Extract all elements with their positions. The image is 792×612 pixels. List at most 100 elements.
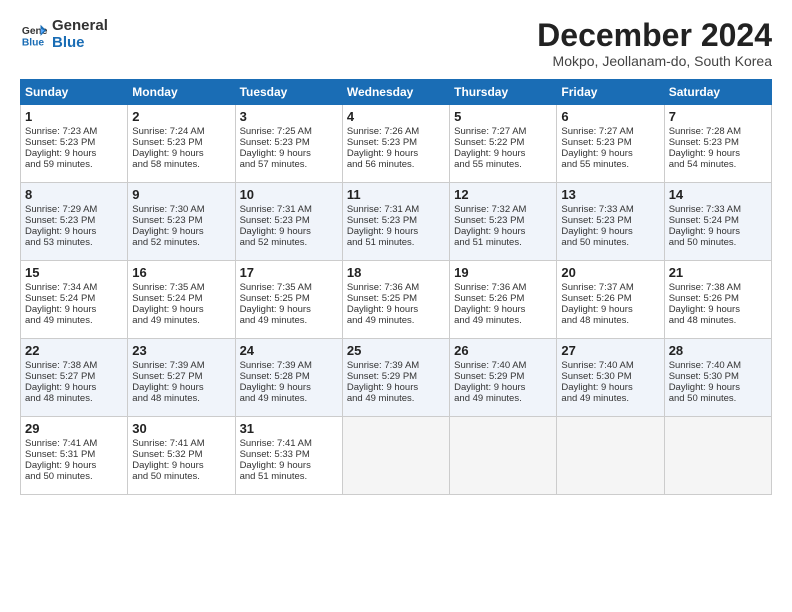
page: General Blue General Blue December 2024 … bbox=[0, 0, 792, 507]
header-cell-tuesday: Tuesday bbox=[235, 80, 342, 105]
month-title: December 2024 bbox=[537, 18, 772, 53]
day-info-line: Daylight: 9 hours bbox=[347, 382, 445, 393]
day-number: 26 bbox=[454, 343, 552, 358]
day-number: 21 bbox=[669, 265, 767, 280]
day-number: 14 bbox=[669, 187, 767, 202]
week-row-1: 1Sunrise: 7:23 AMSunset: 5:23 PMDaylight… bbox=[21, 105, 772, 183]
day-info-line: Daylight: 9 hours bbox=[240, 148, 338, 159]
day-info-line: and 49 minutes. bbox=[132, 315, 230, 326]
day-info-line: Sunrise: 7:36 AM bbox=[347, 282, 445, 293]
day-info-line: and 53 minutes. bbox=[25, 237, 123, 248]
day-number: 5 bbox=[454, 109, 552, 124]
day-info-line: Sunrise: 7:23 AM bbox=[25, 126, 123, 137]
day-info-line: Sunrise: 7:27 AM bbox=[561, 126, 659, 137]
day-cell: 25Sunrise: 7:39 AMSunset: 5:29 PMDayligh… bbox=[342, 339, 449, 417]
day-info-line: Daylight: 9 hours bbox=[347, 226, 445, 237]
day-info-line: Daylight: 9 hours bbox=[240, 304, 338, 315]
day-info-line: Sunrise: 7:35 AM bbox=[240, 282, 338, 293]
day-info-line: and 50 minutes. bbox=[132, 471, 230, 482]
day-info-line: and 48 minutes. bbox=[25, 393, 123, 404]
location-subtitle: Mokpo, Jeollanam-do, South Korea bbox=[537, 53, 772, 69]
day-info-line: Daylight: 9 hours bbox=[454, 148, 552, 159]
day-info-line: and 51 minutes. bbox=[454, 237, 552, 248]
day-info-line: Daylight: 9 hours bbox=[454, 304, 552, 315]
day-info-line: Sunrise: 7:39 AM bbox=[240, 360, 338, 371]
day-info-line: Sunrise: 7:33 AM bbox=[561, 204, 659, 215]
day-info-line: Sunset: 5:23 PM bbox=[347, 215, 445, 226]
day-info-line: Sunrise: 7:36 AM bbox=[454, 282, 552, 293]
day-info-line: Daylight: 9 hours bbox=[25, 460, 123, 471]
day-cell: 18Sunrise: 7:36 AMSunset: 5:25 PMDayligh… bbox=[342, 261, 449, 339]
day-info-line: and 54 minutes. bbox=[669, 159, 767, 170]
day-cell: 24Sunrise: 7:39 AMSunset: 5:28 PMDayligh… bbox=[235, 339, 342, 417]
day-info-line: Daylight: 9 hours bbox=[561, 382, 659, 393]
day-number: 16 bbox=[132, 265, 230, 280]
day-info-line: Sunset: 5:30 PM bbox=[669, 371, 767, 382]
day-info-line: Sunrise: 7:29 AM bbox=[25, 204, 123, 215]
day-info-line: Daylight: 9 hours bbox=[669, 148, 767, 159]
day-info-line: Daylight: 9 hours bbox=[669, 382, 767, 393]
day-number: 7 bbox=[669, 109, 767, 124]
day-number: 25 bbox=[347, 343, 445, 358]
day-info-line: and 55 minutes. bbox=[561, 159, 659, 170]
day-info-line: and 55 minutes. bbox=[454, 159, 552, 170]
day-info-line: Sunrise: 7:26 AM bbox=[347, 126, 445, 137]
day-info-line: and 50 minutes. bbox=[669, 237, 767, 248]
day-info-line: and 50 minutes. bbox=[561, 237, 659, 248]
day-number: 30 bbox=[132, 421, 230, 436]
day-info-line: Sunset: 5:23 PM bbox=[347, 137, 445, 148]
day-cell: 9Sunrise: 7:30 AMSunset: 5:23 PMDaylight… bbox=[128, 183, 235, 261]
day-cell: 27Sunrise: 7:40 AMSunset: 5:30 PMDayligh… bbox=[557, 339, 664, 417]
day-cell: 15Sunrise: 7:34 AMSunset: 5:24 PMDayligh… bbox=[21, 261, 128, 339]
day-info-line: Sunset: 5:23 PM bbox=[25, 137, 123, 148]
day-number: 1 bbox=[25, 109, 123, 124]
day-info-line: Sunrise: 7:39 AM bbox=[347, 360, 445, 371]
day-info-line: and 49 minutes. bbox=[454, 315, 552, 326]
day-info-line: Sunset: 5:24 PM bbox=[669, 215, 767, 226]
day-info-line: Sunrise: 7:40 AM bbox=[669, 360, 767, 371]
day-info-line: Daylight: 9 hours bbox=[132, 382, 230, 393]
day-info-line: Daylight: 9 hours bbox=[669, 304, 767, 315]
day-info-line: Daylight: 9 hours bbox=[25, 382, 123, 393]
day-number: 6 bbox=[561, 109, 659, 124]
day-cell: 30Sunrise: 7:41 AMSunset: 5:32 PMDayligh… bbox=[128, 417, 235, 495]
day-number: 11 bbox=[347, 187, 445, 202]
day-cell: 7Sunrise: 7:28 AMSunset: 5:23 PMDaylight… bbox=[664, 105, 771, 183]
day-cell bbox=[664, 417, 771, 495]
day-info-line: and 57 minutes. bbox=[240, 159, 338, 170]
day-cell: 2Sunrise: 7:24 AMSunset: 5:23 PMDaylight… bbox=[128, 105, 235, 183]
day-info-line: Sunset: 5:28 PM bbox=[240, 371, 338, 382]
day-cell: 4Sunrise: 7:26 AMSunset: 5:23 PMDaylight… bbox=[342, 105, 449, 183]
day-info-line: and 49 minutes. bbox=[240, 393, 338, 404]
day-cell: 3Sunrise: 7:25 AMSunset: 5:23 PMDaylight… bbox=[235, 105, 342, 183]
day-info-line: and 52 minutes. bbox=[240, 237, 338, 248]
day-info-line: and 48 minutes. bbox=[132, 393, 230, 404]
day-info-line: Sunset: 5:33 PM bbox=[240, 449, 338, 460]
day-info-line: Sunrise: 7:41 AM bbox=[25, 438, 123, 449]
day-info-line: Daylight: 9 hours bbox=[454, 226, 552, 237]
day-cell: 20Sunrise: 7:37 AMSunset: 5:26 PMDayligh… bbox=[557, 261, 664, 339]
day-info-line: Sunset: 5:23 PM bbox=[132, 215, 230, 226]
day-cell: 17Sunrise: 7:35 AMSunset: 5:25 PMDayligh… bbox=[235, 261, 342, 339]
day-number: 9 bbox=[132, 187, 230, 202]
header: General Blue General Blue December 2024 … bbox=[20, 18, 772, 69]
day-info-line: Sunset: 5:23 PM bbox=[669, 137, 767, 148]
day-info-line: Sunset: 5:30 PM bbox=[561, 371, 659, 382]
logo-name: General Blue bbox=[52, 18, 108, 51]
day-info-line: Sunset: 5:23 PM bbox=[561, 137, 659, 148]
day-cell: 23Sunrise: 7:39 AMSunset: 5:27 PMDayligh… bbox=[128, 339, 235, 417]
day-cell: 16Sunrise: 7:35 AMSunset: 5:24 PMDayligh… bbox=[128, 261, 235, 339]
day-info-line: and 50 minutes. bbox=[669, 393, 767, 404]
header-cell-sunday: Sunday bbox=[21, 80, 128, 105]
day-number: 10 bbox=[240, 187, 338, 202]
day-info-line: Sunset: 5:26 PM bbox=[454, 293, 552, 304]
day-number: 3 bbox=[240, 109, 338, 124]
day-number: 24 bbox=[240, 343, 338, 358]
day-info-line: and 49 minutes. bbox=[347, 315, 445, 326]
day-info-line: Sunset: 5:23 PM bbox=[454, 215, 552, 226]
day-number: 17 bbox=[240, 265, 338, 280]
day-info-line: Sunset: 5:25 PM bbox=[347, 293, 445, 304]
day-number: 4 bbox=[347, 109, 445, 124]
day-info-line: Sunset: 5:27 PM bbox=[132, 371, 230, 382]
day-info-line: Sunrise: 7:40 AM bbox=[561, 360, 659, 371]
